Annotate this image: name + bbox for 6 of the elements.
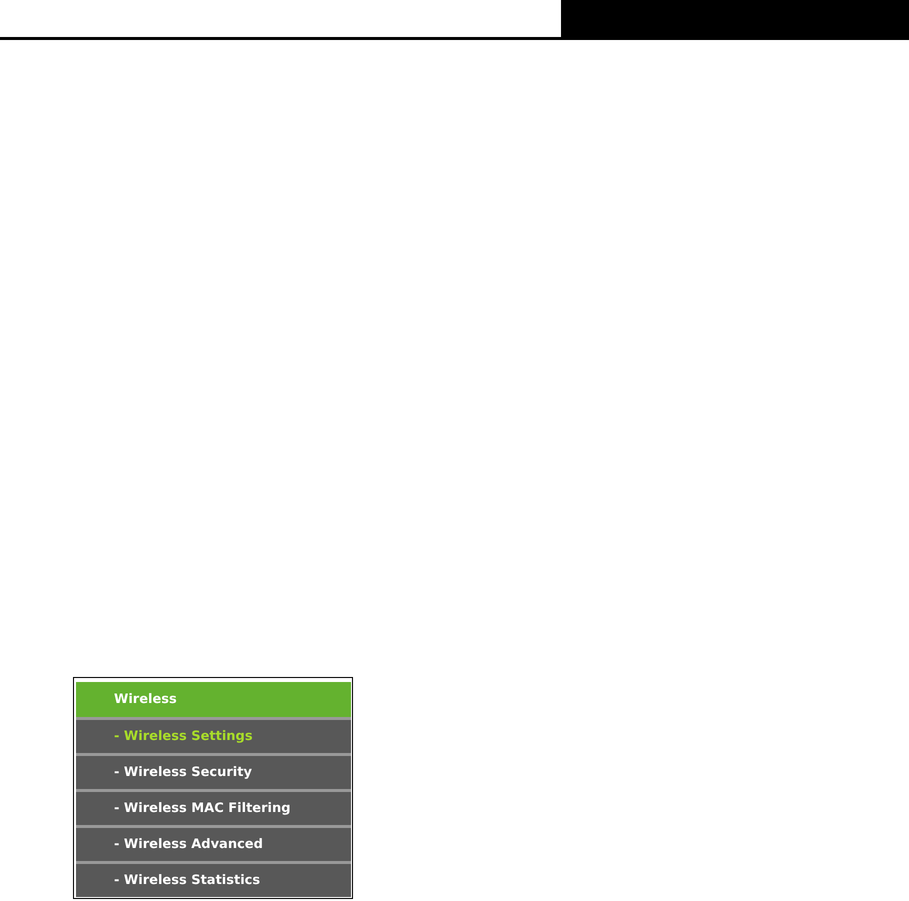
menu-item[interactable]: - Wireless Settings [76, 720, 351, 753]
menu-item[interactable]: - Wireless MAC Filtering [76, 792, 351, 825]
menu-item[interactable]: - Wireless Statistics [76, 864, 351, 897]
menu-item[interactable]: - Wireless Security [76, 756, 351, 789]
menu-item[interactable]: - Wireless Advanced [76, 828, 351, 861]
menu-heading: Wireless [76, 682, 351, 717]
